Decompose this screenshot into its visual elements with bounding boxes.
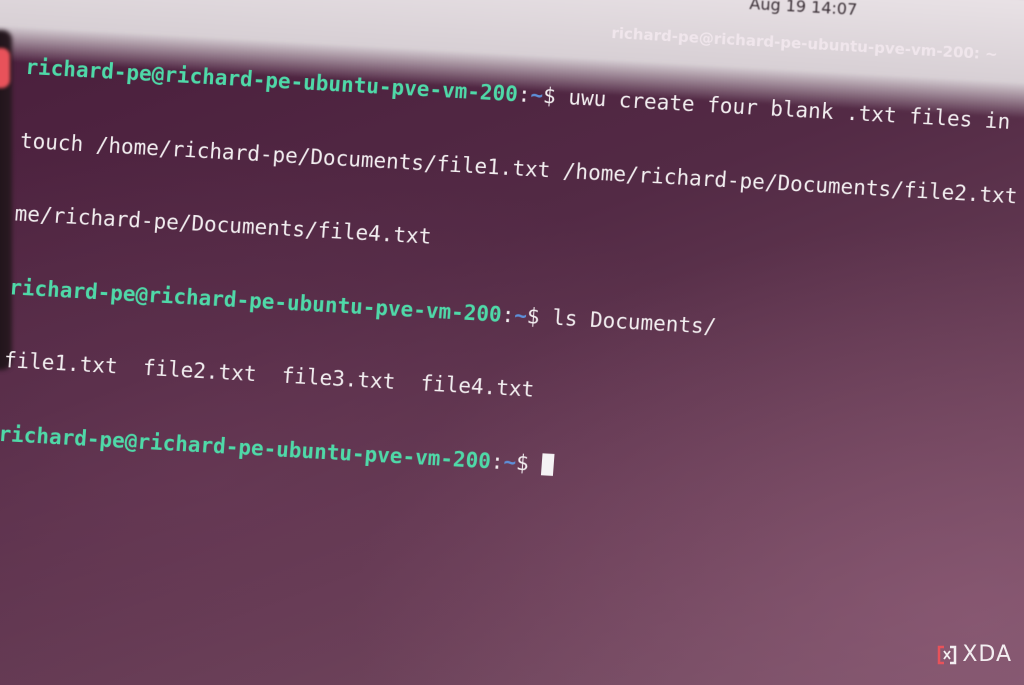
prompt-user-host: richard-pe@richard-pe-ubuntu-pve-vm-200 [8, 274, 503, 327]
xda-logo-icon [938, 645, 957, 664]
prompt-sign: $ [526, 303, 554, 330]
command-text: ls Documents/ [551, 305, 718, 339]
terminal-line-4: richard-pe@richard-pe-ubuntu-pve-vm-200:… [8, 275, 1024, 357]
terminal-line-2: touch /home/richard-pe/Documents/file1.t… [19, 128, 1024, 211]
terminal-output[interactable]: richard-pe@richard-pe-ubuntu-pve-vm-200:… [0, 6, 1024, 553]
terminal-line-3: me/richard-pe/Documents/file4.txt [13, 201, 433, 249]
terminal-line-1: richard-pe@richard-pe-ubuntu-pve-vm-200:… [25, 55, 1024, 137]
ls-output: file1.txt file2.txt file3.txt file4.txt [3, 348, 536, 402]
terminal-line-6: richard-pe@richard-pe-ubuntu-pve-vm-200:… [0, 421, 1024, 503]
prompt-sign: $ [515, 450, 543, 476]
prompt-user-host: richard-pe@richard-pe-ubuntu-pve-vm-200 [0, 421, 492, 473]
xda-watermark: XDA [936, 642, 1012, 667]
command-text: uwu create four blank .txt files in the [567, 85, 1024, 137]
terminal-photo: Aug 19 14:07 richard-pe@richard-pe-ubunt… [0, 0, 1024, 685]
terminal-cursor[interactable] [540, 452, 555, 476]
prompt-user-host: richard-pe@richard-pe-ubuntu-pve-vm-200 [24, 54, 519, 107]
prompt-sign: $ [542, 83, 570, 110]
dock-app-icon[interactable] [0, 48, 10, 88]
xda-watermark-text: XDA [962, 642, 1012, 667]
